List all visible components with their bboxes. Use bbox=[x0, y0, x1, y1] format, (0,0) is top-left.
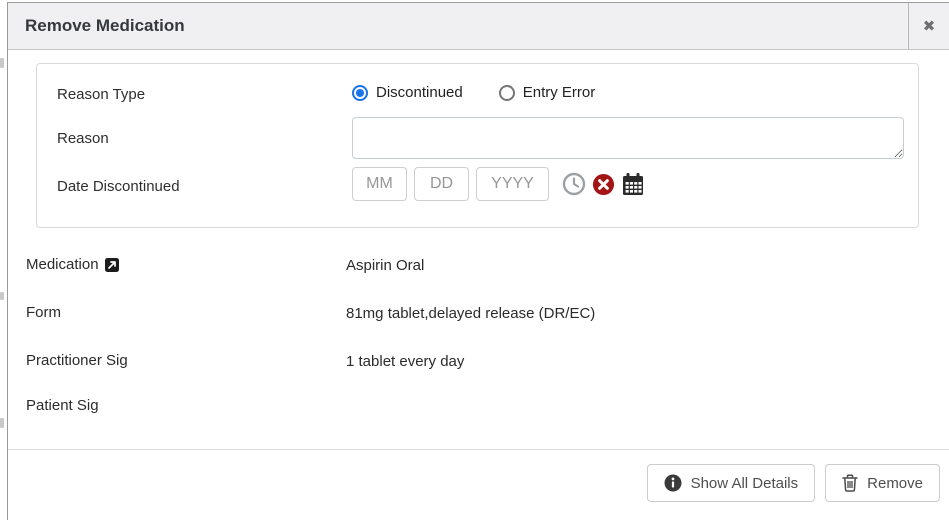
trash-icon bbox=[842, 474, 858, 492]
dialog-footer: Show All Details Remove bbox=[647, 464, 940, 502]
medication-label-text: Medication bbox=[26, 256, 99, 273]
practitioner-sig-label-text: Practitioner Sig bbox=[26, 352, 128, 369]
date-discontinued-row bbox=[352, 167, 648, 201]
form-value: 81mg tablet,delayed release (DR/EC) bbox=[346, 305, 595, 322]
medication-value: Aspirin Oral bbox=[346, 257, 424, 274]
reason-type-radio-group: Discontinued Entry Error bbox=[352, 84, 623, 101]
radio-entry-error[interactable] bbox=[499, 85, 515, 101]
radio-entry-error-label[interactable]: Entry Error bbox=[523, 84, 596, 101]
reason-label: Reason bbox=[57, 130, 109, 147]
day-input[interactable] bbox=[414, 167, 469, 201]
dialog-header: Remove Medication ✖ bbox=[8, 3, 949, 50]
reason-input[interactable] bbox=[352, 117, 904, 159]
practitioner-sig-label: Practitioner Sig bbox=[26, 352, 128, 369]
practitioner-sig-value: 1 tablet every day bbox=[346, 353, 464, 370]
month-input[interactable] bbox=[352, 167, 407, 201]
screen: Remove Medication ✖ Reason Type Disconti… bbox=[0, 0, 949, 520]
year-input[interactable] bbox=[476, 167, 549, 201]
remove-button[interactable]: Remove bbox=[825, 464, 940, 502]
medication-label: Medication bbox=[26, 256, 119, 273]
dialog-title: Remove Medication bbox=[8, 16, 185, 36]
reason-type-label: Reason Type bbox=[57, 86, 145, 103]
remove-medication-dialog: Remove Medication ✖ Reason Type Disconti… bbox=[7, 2, 949, 520]
calendar-icon bbox=[621, 172, 645, 196]
background-page-fragment bbox=[0, 292, 4, 300]
show-all-details-label: Show All Details bbox=[691, 475, 799, 492]
date-discontinued-label: Date Discontinued bbox=[57, 178, 180, 195]
info-icon bbox=[664, 474, 682, 492]
close-button[interactable]: ✖ bbox=[908, 3, 949, 49]
remove-reason-fieldset: Reason Type Discontinued Entry Error Rea… bbox=[36, 63, 919, 228]
patient-sig-label: Patient Sig bbox=[26, 397, 99, 414]
radio-discontinued[interactable] bbox=[352, 85, 368, 101]
show-all-details-button[interactable]: Show All Details bbox=[647, 464, 816, 502]
close-icon: ✖ bbox=[923, 17, 936, 35]
patient-sig-label-text: Patient Sig bbox=[26, 397, 99, 414]
radio-discontinued-label[interactable]: Discontinued bbox=[376, 84, 463, 101]
clock-button[interactable] bbox=[562, 172, 586, 196]
clear-date-icon bbox=[592, 173, 615, 196]
background-page-fragment bbox=[0, 58, 4, 68]
footer-divider bbox=[8, 449, 949, 450]
medication-external-link-icon[interactable] bbox=[105, 258, 119, 272]
calendar-button[interactable] bbox=[621, 172, 645, 196]
clock-icon bbox=[562, 172, 586, 196]
background-page-fragment bbox=[0, 418, 4, 428]
form-label: Form bbox=[26, 304, 61, 321]
clear-date-button[interactable] bbox=[592, 173, 615, 196]
form-label-text: Form bbox=[26, 304, 61, 321]
remove-label: Remove bbox=[867, 475, 923, 492]
